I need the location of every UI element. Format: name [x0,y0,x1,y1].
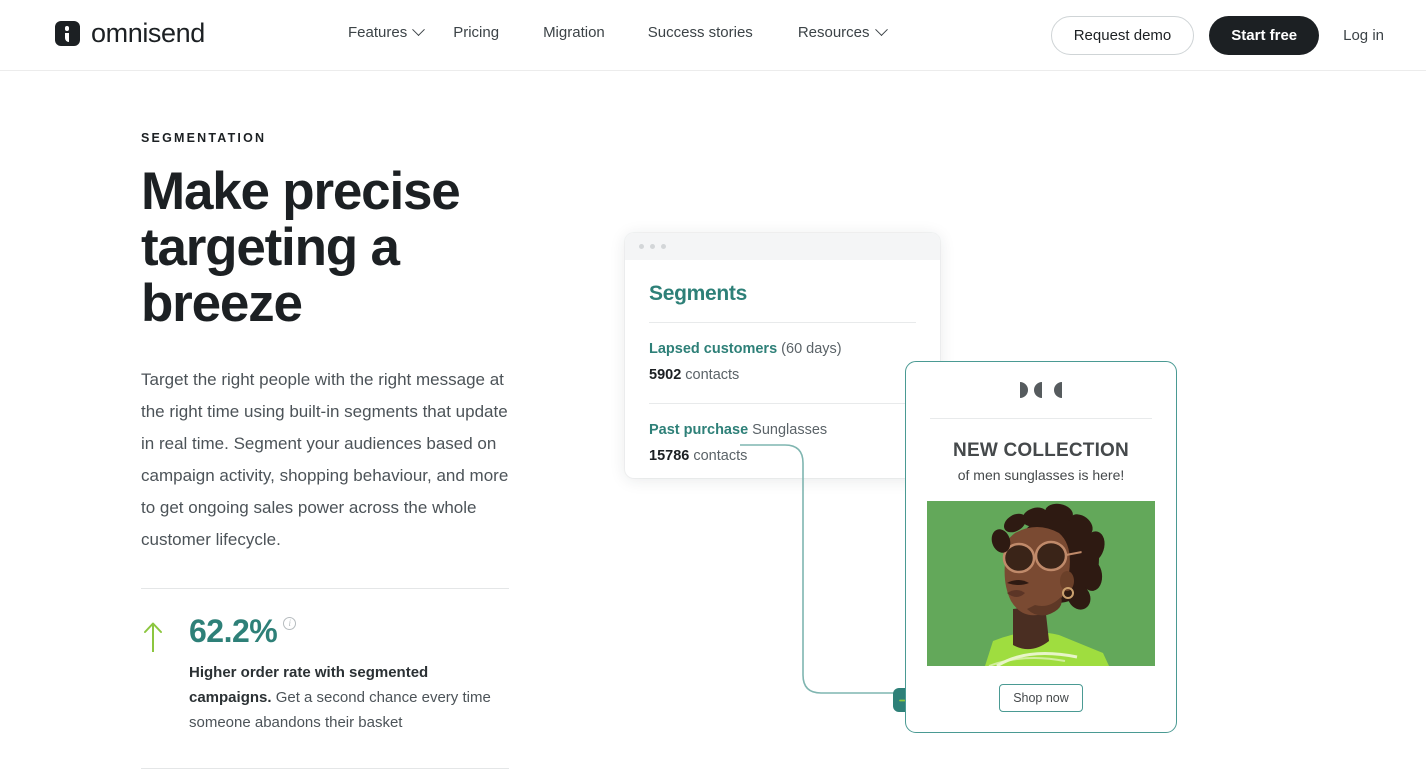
window-dot-icon [639,244,644,249]
email-subheadline: of men sunglasses is here! [957,467,1125,483]
shop-now-button[interactable]: Shop now [999,684,1083,712]
page-title: Make precise targeting a breeze [141,162,461,333]
nav-item-label: Success stories [647,24,753,41]
segment-row[interactable]: Lapsed customers (60 days) 5902 contacts [649,323,916,385]
hero-body-text: Target the right people with the right m… [141,370,509,549]
info-circle-icon[interactable]: i [283,617,297,630]
hero-text-column: SEGMENTATION Make precise targeting a br… [141,131,521,556]
stat-block: 62.2% i Higher order rate with segmented… [141,614,521,735]
nav-item-features[interactable]: Features [348,23,426,41]
segments-card: Segments Lapsed customers (60 days) 5902… [625,233,940,478]
stat-value: 62.2% [189,613,278,649]
login-link[interactable]: Log in [1343,27,1384,44]
segment-contacts-label: contacts [693,448,748,464]
segment-name: Past purchase [649,422,749,438]
nav-item-label: Migration [543,24,605,41]
divider-bottom [141,768,509,769]
logo[interactable]: omnisend [55,20,205,47]
window-dot-icon [650,244,655,249]
main-nav: Features Pricing Migration Success stori… [348,23,888,41]
arrow-up-icon [144,622,162,652]
chevron-down-icon [412,23,426,37]
nav-item-label: Resources [797,24,870,41]
header-actions: Request demo Start free Log in [1050,16,1384,55]
nav-item-label: Features [348,24,408,41]
segment-count: 15786 [649,448,690,464]
nav-item-resources[interactable]: Resources [797,23,888,41]
segment-count: 5902 [649,367,682,383]
email-headline: NEW COLLECTION [953,440,1129,461]
nav-item-label: Pricing [453,24,500,41]
nav-item-success-stories[interactable]: Success stories [648,24,753,41]
omnisend-mark-icon [55,21,80,46]
segment-contacts-label: contacts [685,367,740,383]
segment-detail: (60 days) [781,341,842,357]
card-browser-chrome [625,233,940,260]
email-separator [930,418,1152,419]
window-dot-icon [661,244,666,249]
request-demo-button[interactable]: Request demo [1050,16,1195,55]
stat-description: Higher order rate with segmented campaig… [189,660,509,735]
site-header: omnisend Features Pricing Migration Succ… [0,0,1426,71]
segments-title: Segments [649,282,747,305]
nav-item-pricing[interactable]: Pricing [453,24,499,41]
segment-detail: Sunglasses [752,422,828,438]
man-with-sunglasses-photo [927,501,1155,666]
start-free-button[interactable]: Start free [1209,16,1320,55]
logo-text: omnisend [91,18,205,48]
segment-row[interactable]: Past purchase Sunglasses 15786 contacts [649,404,916,466]
hero-eyebrow: SEGMENTATION [141,131,267,145]
brand-half-circles-icon [906,362,1176,418]
divider-above-stat [141,588,509,589]
nav-item-migration[interactable]: Migration [543,24,605,41]
chevron-down-icon [874,23,888,37]
email-preview-card: NEW COLLECTION of men sunglasses is here… [905,361,1177,733]
segment-name: Lapsed customers [649,341,778,357]
